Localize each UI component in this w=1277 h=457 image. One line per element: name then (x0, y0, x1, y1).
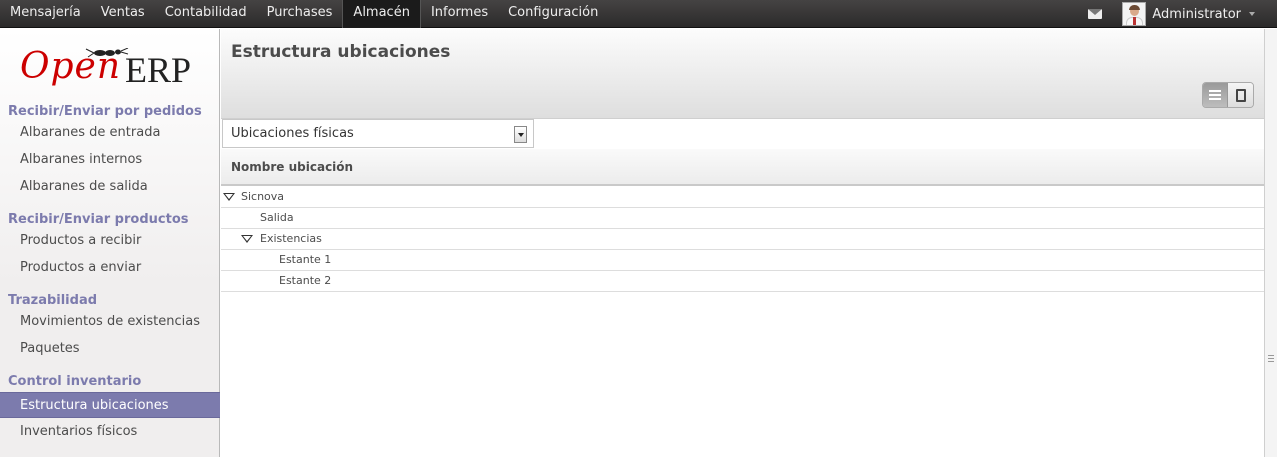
row-label: Estante 2 (279, 274, 332, 287)
sidebar-item-inventarios-fisicos[interactable]: Inventarios físicos (0, 419, 220, 445)
view-header: Estructura ubicaciones (221, 29, 1264, 119)
user-menu[interactable]: Administrator (1122, 0, 1277, 28)
section-recibir-enviar-pedidos: Recibir/Enviar por pedidos (8, 104, 202, 119)
menu-contabilidad[interactable]: Contabilidad (155, 0, 257, 28)
sidebar: Open ERP Recibir/Enviar por pedidos Alba… (0, 29, 220, 457)
user-name: Administrator (1152, 6, 1241, 22)
form-icon (1235, 88, 1246, 102)
logo-erp-text: ERP (125, 50, 192, 90)
row-label: Existencias (260, 232, 322, 245)
sidebar-item-albaranes-internos[interactable]: Albaranes internos (0, 147, 220, 173)
column-header-nombre-ubicacion[interactable]: Nombre ubicación (231, 160, 353, 174)
ant-icon (85, 48, 129, 58)
envelope-icon[interactable] (1080, 0, 1110, 28)
tree-row[interactable]: Existencias (221, 229, 1264, 250)
vertical-scrollbar[interactable] (1264, 29, 1277, 457)
avatar (1122, 2, 1147, 26)
select-value: Ubicaciones físicas (231, 126, 354, 141)
location-filter-select[interactable]: Ubicaciones físicas (222, 119, 534, 148)
chevron-down-icon (1249, 12, 1255, 16)
sidebar-item-estructura-ubicaciones[interactable]: Estructura ubicaciones (0, 392, 220, 418)
menu-almacen[interactable]: Almacén (342, 0, 421, 28)
tree-row[interactable]: Sicnova (221, 187, 1264, 208)
tree-row[interactable]: Estante 1 (221, 250, 1264, 271)
expand-triangle-icon[interactable] (223, 193, 235, 201)
sidebar-item-productos-recibir[interactable]: Productos a recibir (0, 228, 220, 254)
section-control-inventario: Control inventario (8, 374, 142, 389)
topbar-right: Administrator (1080, 0, 1277, 28)
menu-informes[interactable]: Informes (421, 0, 498, 28)
page-title: Estructura ubicaciones (231, 42, 451, 62)
sidebar-item-albaranes-salida[interactable]: Albaranes de salida (0, 174, 220, 200)
table-header: Nombre ubicación (221, 149, 1264, 186)
main-content: Estructura ubicaciones Ubicaciones físic… (221, 29, 1264, 457)
sidebar-item-productos-enviar[interactable]: Productos a enviar (0, 255, 220, 281)
expand-triangle-icon[interactable] (241, 235, 253, 243)
row-label: Salida (260, 211, 294, 224)
view-switcher (1202, 82, 1254, 108)
row-label: Estante 1 (279, 253, 332, 266)
section-trazabilidad: Trazabilidad (8, 293, 98, 308)
menu-configuracion[interactable]: Configuración (498, 0, 608, 28)
form-view-button[interactable] (1228, 83, 1253, 107)
tree-row[interactable]: Estante 2 (221, 271, 1264, 292)
menu-purchases[interactable]: Purchases (257, 0, 343, 28)
row-label: Sicnova (241, 190, 285, 203)
list-view-button[interactable] (1203, 83, 1228, 107)
menu-ventas[interactable]: Ventas (91, 0, 155, 28)
top-menu-bar: Mensajería Ventas Contabilidad Purchases… (0, 0, 1277, 28)
scrollbar-grip-icon[interactable] (1268, 355, 1274, 362)
list-icon (1209, 90, 1221, 100)
dropdown-arrow-icon[interactable] (514, 126, 527, 143)
sidebar-item-movimientos[interactable]: Movimientos de existencias (0, 309, 220, 335)
menu-mensajeria[interactable]: Mensajería (0, 0, 91, 28)
sidebar-item-paquetes[interactable]: Paquetes (0, 336, 220, 362)
openerp-logo[interactable]: Open ERP (20, 44, 200, 92)
sidebar-item-albaranes-entrada[interactable]: Albaranes de entrada (0, 120, 220, 146)
tree-row[interactable]: Salida (221, 208, 1264, 229)
section-recibir-enviar-productos: Recibir/Enviar productos (8, 212, 189, 227)
